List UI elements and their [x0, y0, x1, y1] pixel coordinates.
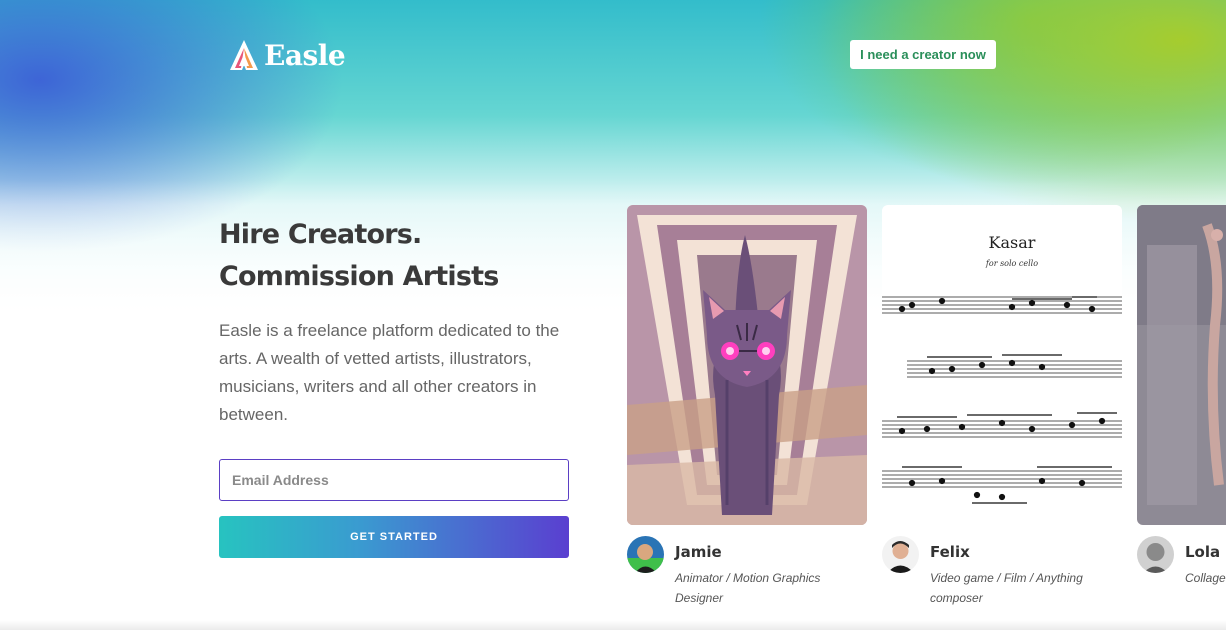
creator-name-lola[interactable]: Lola [1185, 543, 1220, 561]
cat-artwork-image [627, 205, 867, 525]
hero-headline: Hire Creators. Commission Artists [219, 219, 499, 292]
creator-card-image-jamie[interactable] [627, 205, 867, 525]
creator-card-image-lola[interactable] [1137, 205, 1226, 525]
creator-name-jamie[interactable]: Jamie [675, 543, 722, 561]
email-input[interactable] [219, 459, 569, 501]
sheet-music-image: Kasar for solo cello [882, 205, 1122, 525]
need-creator-button[interactable]: I need a creator now [850, 40, 996, 69]
creator-role-lola: Collage [1185, 571, 1226, 585]
brand-logo[interactable]: Easle [228, 38, 346, 72]
avatar-jamie[interactable] [627, 536, 664, 573]
bottom-shadow [0, 620, 1226, 630]
collage-artwork-image [1137, 205, 1226, 525]
avatar-lola-image [1137, 536, 1174, 573]
easle-logo-icon [230, 40, 258, 70]
get-started-button[interactable]: GET STARTED [219, 516, 569, 558]
sheet-title: Kasar [989, 233, 1036, 252]
creator-name-felix[interactable]: Felix [930, 543, 970, 561]
creator-role-jamie: Animator / Motion Graphics Designer [675, 571, 821, 605]
avatar-lola[interactable] [1137, 536, 1174, 573]
creator-role-felix: Video game / Film / Anything composer [930, 571, 1083, 605]
creator-card-image-felix[interactable]: Kasar for solo cello [882, 205, 1122, 525]
avatar-felix-image [882, 536, 919, 573]
avatar-jamie-image [627, 536, 664, 573]
brand-name: Easle [264, 38, 346, 72]
sheet-subtitle: for solo cello [985, 259, 1038, 268]
hero-description: Easle is a freelance platform dedicated … [219, 321, 560, 424]
avatar-felix[interactable] [882, 536, 919, 573]
